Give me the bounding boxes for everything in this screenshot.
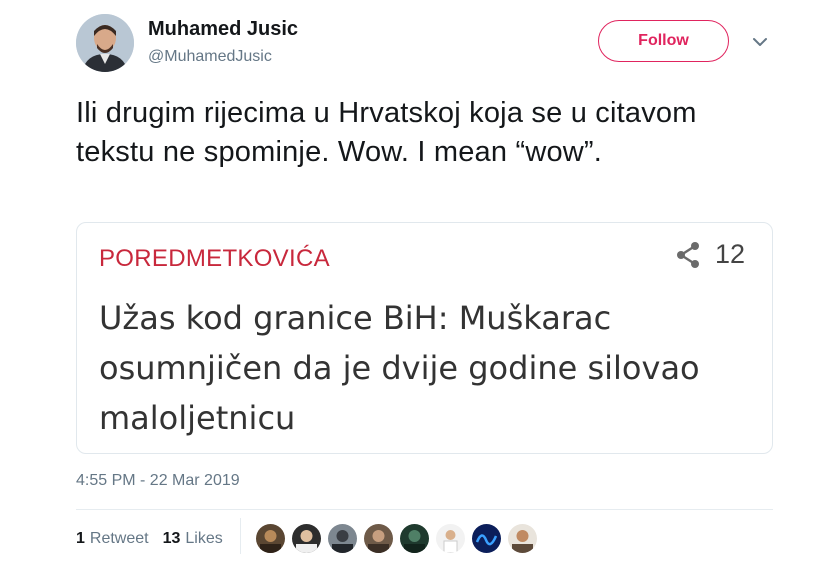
tweet-timestamp[interactable]: 4:55 PM - 22 Mar 2019	[76, 472, 240, 490]
liker-avatar[interactable]	[256, 524, 285, 553]
link-card[interactable]: POREDMETKOVIĆA 12 Užas kod granice BiH: …	[76, 222, 773, 454]
share-count: 12	[715, 239, 746, 269]
liker-avatar[interactable]	[472, 524, 501, 553]
likes-count[interactable]: 13	[163, 530, 181, 548]
likers-avatars	[256, 524, 537, 553]
author-name[interactable]: Muhamed Jusic	[148, 18, 298, 41]
engagement-stats: 1 Retweet 13 Likes	[76, 530, 237, 548]
liker-avatar[interactable]	[364, 524, 393, 553]
liker-avatar[interactable]	[436, 524, 465, 553]
author-handle[interactable]: @MuhamedJusic	[148, 48, 272, 66]
liker-avatar[interactable]	[508, 524, 537, 553]
divider	[76, 509, 773, 510]
card-headline[interactable]: Užas kod granice BiH: Muškarac osumnjiče…	[99, 293, 739, 443]
follow-button[interactable]: Follow	[598, 20, 729, 62]
author-avatar[interactable]	[76, 14, 134, 72]
likes-label[interactable]: Likes	[185, 530, 222, 548]
tweet-text: Ili drugim rijecima u Hrvatskoj koja se …	[76, 97, 697, 168]
liker-avatar[interactable]	[328, 524, 357, 553]
share-icon[interactable]	[675, 241, 701, 269]
tweet-header: Muhamed Jusic @MuhamedJusic Follow	[76, 14, 813, 76]
card-kicker: POREDMETKOVIĆA	[99, 245, 330, 272]
retweet-count[interactable]: 1	[76, 530, 85, 548]
chevron-down-icon[interactable]	[752, 36, 768, 48]
divider	[240, 518, 241, 554]
liker-avatar[interactable]	[400, 524, 429, 553]
liker-avatar[interactable]	[292, 524, 321, 553]
share-widget[interactable]: 12	[675, 239, 745, 270]
retweet-label[interactable]: Retweet	[90, 530, 149, 548]
